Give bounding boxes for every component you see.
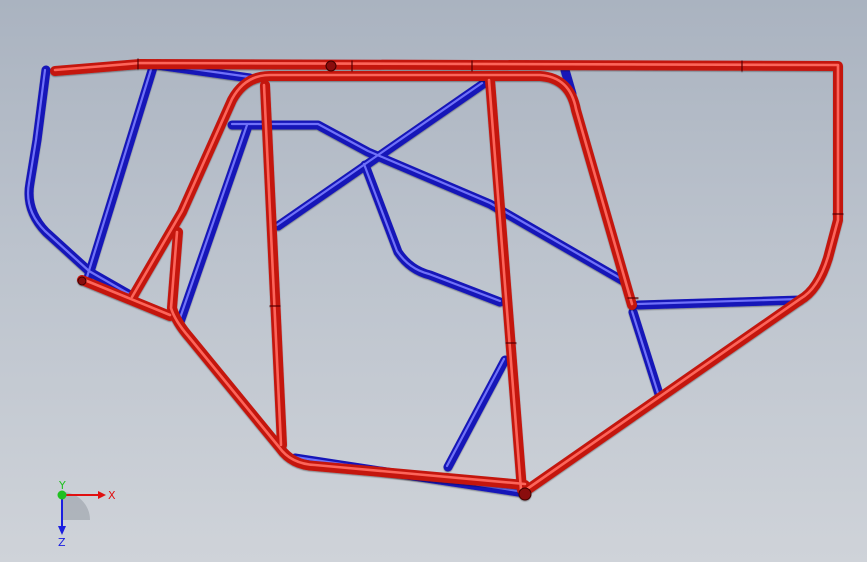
y-axis-label: Y <box>58 480 66 492</box>
tube-end-cap-bottom <box>518 487 532 501</box>
graphics-viewport[interactable]: X Y Z <box>0 0 867 562</box>
front-bracing <box>175 121 253 327</box>
lower-side-rail <box>167 227 530 490</box>
v-brace <box>360 160 505 307</box>
roof-crossbar <box>227 120 630 287</box>
x-axis-label: X <box>108 489 116 502</box>
rear-diagonal <box>83 59 159 283</box>
coordinate-triad: X Y Z <box>57 480 116 549</box>
z-axis-label: Z <box>58 536 66 549</box>
tube-frame-model[interactable] <box>0 0 867 562</box>
floor-diagonal <box>443 355 510 472</box>
tube-end-cap-top <box>325 60 337 72</box>
tube-end-cap-left <box>77 276 87 286</box>
main-hoop <box>127 71 637 310</box>
